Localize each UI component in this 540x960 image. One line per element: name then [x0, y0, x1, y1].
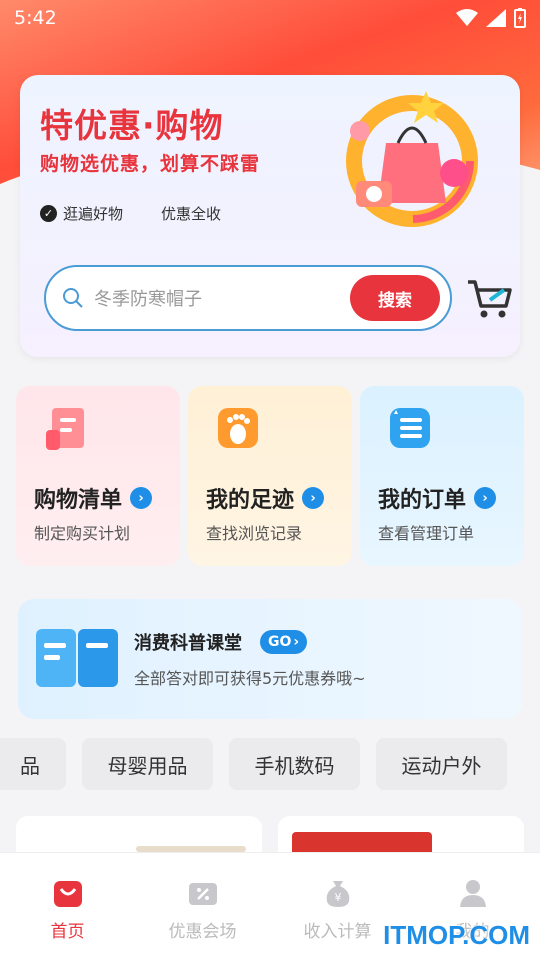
svg-text:¥: ¥ — [334, 891, 341, 904]
hero-title: 特优惠·购物 — [40, 106, 224, 145]
shopping-bag-illustration — [346, 91, 478, 227]
nav-label: 优惠会场 — [168, 922, 237, 942]
search-icon — [63, 288, 83, 308]
quick-access-cards: 购物清单 › 制定购买计划 我的足迹 › 查找浏览记录 我的订单 › 查看管理订… — [16, 386, 526, 566]
book-icon — [36, 629, 118, 687]
footprint-icon — [218, 408, 258, 448]
category-chip[interactable]: 母婴用品 — [82, 738, 213, 790]
card-my-footprint[interactable]: 我的足迹 › 查找浏览记录 — [188, 386, 352, 566]
battery-icon — [514, 8, 526, 28]
category-chip[interactable]: 运动户外 — [376, 738, 507, 790]
go-button[interactable]: GO › — [260, 630, 308, 654]
card-title-row: 我的足迹 › — [206, 482, 325, 514]
hero-tag: 优惠全收 — [161, 203, 221, 224]
nav-deals[interactable]: 优惠会场 — [135, 853, 270, 960]
card-subtitle: 查看管理订单 — [378, 524, 475, 543]
nav-label: 收入计算 — [303, 922, 372, 942]
banner-subtitle: 全部答对即可获得5元优惠券哦~ — [134, 669, 366, 688]
status-bar: 5:42 — [0, 0, 540, 36]
search-button[interactable]: 搜索 — [350, 275, 440, 321]
status-time: 5:42 — [14, 7, 57, 29]
hero-tag-label: 逛遍好物 — [63, 205, 124, 223]
hero-tag-label: 优惠全收 — [161, 205, 222, 223]
card-my-orders[interactable]: 我的订单 › 查看管理订单 — [360, 386, 524, 566]
card-title-row: 我的订单 › — [378, 482, 497, 514]
category-chip[interactable]: 品 — [0, 738, 66, 790]
wifi-icon — [456, 9, 478, 26]
hero-tags: ✓ 逛遍好物 优惠全收 — [40, 203, 221, 224]
order-icon — [390, 408, 430, 448]
chevron-right-icon: › — [302, 487, 325, 509]
banner-title: 消费科普课堂 — [134, 633, 242, 654]
hero-card: 特优惠·购物 购物选优惠，划算不踩雷 ✓ 逛遍好物 优惠全收 冬季防寒帽子 搜索 — [20, 75, 520, 357]
user-icon — [459, 880, 486, 907]
list-icon — [46, 408, 84, 450]
card-title-row: 购物清单 › — [34, 482, 153, 514]
status-icons — [456, 8, 526, 28]
nav-label: 首页 — [50, 922, 85, 942]
card-title: 我的足迹 — [206, 488, 295, 513]
card-shopping-list[interactable]: 购物清单 › 制定购买计划 — [16, 386, 180, 566]
money-bag-icon: ¥ — [326, 881, 349, 907]
cart-icon[interactable] — [466, 278, 512, 320]
hero-subtitle: 购物选优惠，划算不踩雷 — [40, 153, 261, 175]
chevron-right-icon: › — [293, 634, 300, 650]
go-label: GO — [268, 634, 292, 650]
hero-tag: ✓ 逛遍好物 — [40, 203, 123, 224]
signal-icon — [486, 9, 506, 27]
chevron-right-icon: › — [130, 487, 153, 509]
classroom-banner[interactable]: 消费科普课堂 GO › 全部答对即可获得5元优惠券哦~ — [18, 599, 522, 719]
search-placeholder: 冬季防寒帽子 — [94, 289, 202, 310]
watermark-logo: ITMOP.COM — [383, 920, 530, 950]
nav-home[interactable]: 首页 — [0, 853, 135, 960]
category-tabs: 品 母婴用品 手机数码 运动户外 — [0, 738, 540, 790]
card-title: 购物清单 — [34, 488, 123, 513]
card-subtitle: 制定购买计划 — [34, 524, 131, 543]
card-title: 我的订单 — [378, 488, 467, 513]
search-input[interactable]: 冬季防寒帽子 搜索 — [44, 265, 452, 331]
home-bag-icon — [53, 881, 82, 907]
chevron-right-icon: › — [474, 487, 497, 509]
check-icon: ✓ — [40, 205, 57, 222]
card-subtitle: 查找浏览记录 — [206, 524, 303, 543]
category-chip[interactable]: 手机数码 — [229, 738, 360, 790]
coupon-icon — [188, 883, 217, 905]
